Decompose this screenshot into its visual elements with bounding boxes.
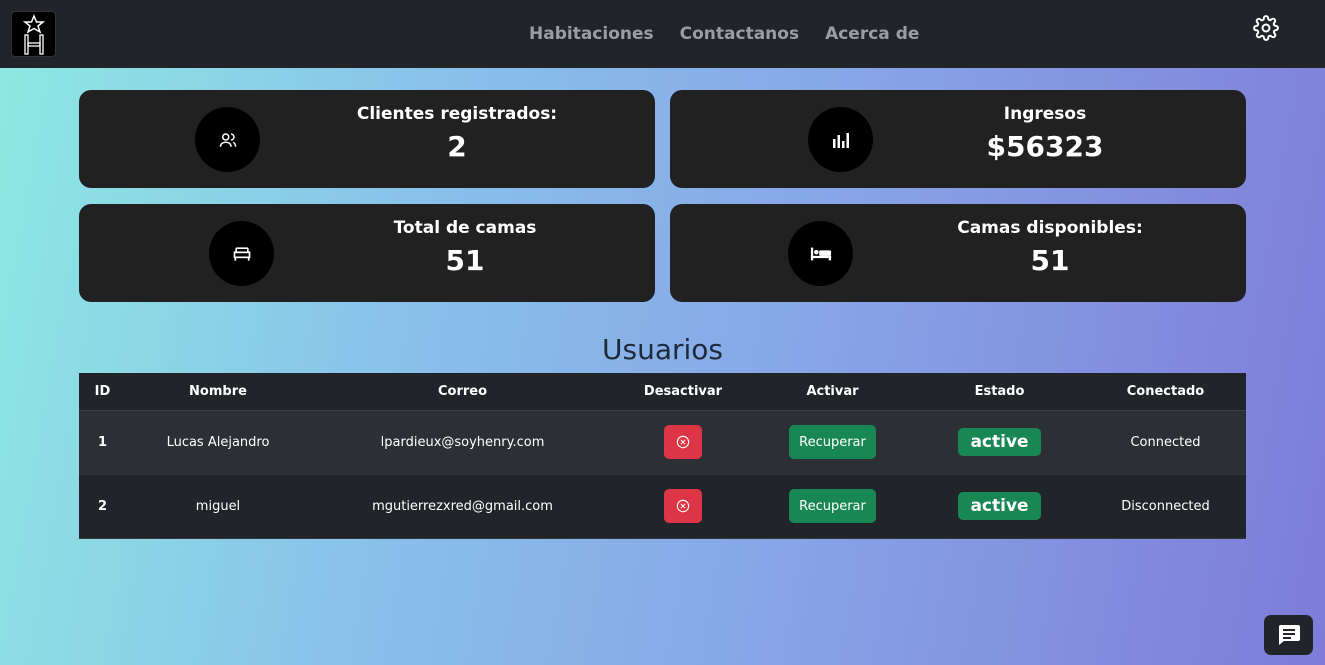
- stat-value: 51: [445, 244, 485, 277]
- deactivate-cell: [615, 474, 751, 539]
- user-email: mgutierrezxred@gmail.com: [310, 474, 615, 539]
- status-cell: active: [914, 474, 1085, 539]
- bar-chart-icon: [808, 107, 873, 172]
- stat-label: Clientes registrados:: [356, 104, 558, 124]
- status-badge: active: [958, 428, 1041, 456]
- table-header-row: ID Nombre Correo Desactivar Activar Esta…: [79, 373, 1246, 411]
- users-table: ID Nombre Correo Desactivar Activar Esta…: [79, 373, 1246, 539]
- deactivate-button[interactable]: [664, 425, 702, 459]
- user-id: 1: [79, 410, 126, 475]
- deactivate-button[interactable]: [664, 489, 702, 523]
- stat-value: 51: [1030, 244, 1070, 277]
- status-badge: active: [958, 492, 1041, 520]
- x-circle-icon: [676, 499, 690, 513]
- bed-icon: [788, 221, 853, 286]
- x-circle-icon: [676, 435, 690, 449]
- chat-icon: [1278, 625, 1300, 645]
- connection-status: Disconnected: [1085, 474, 1246, 539]
- activate-cell: Recuperar: [751, 474, 914, 539]
- column-header-nombre: Nombre: [126, 373, 310, 411]
- stat-label: Ingresos: [1003, 104, 1087, 124]
- table-row: 2 miguel mgutierrezxred@gmail.com Recupe…: [79, 474, 1246, 539]
- chat-button[interactable]: [1264, 615, 1313, 655]
- stat-card-ingresos: Ingresos $56323: [670, 90, 1246, 188]
- hotel-logo-icon[interactable]: [11, 11, 56, 57]
- column-header-estado: Estado: [914, 373, 1085, 411]
- users-section-title: Usuarios: [602, 333, 723, 366]
- connection-status: Connected: [1085, 410, 1246, 475]
- deactivate-cell: [615, 410, 751, 475]
- nav-link-acerca-de[interactable]: Acerca de: [825, 24, 919, 44]
- nav-link-contactanos[interactable]: Contactanos: [680, 24, 799, 44]
- activate-cell: Recuperar: [751, 410, 914, 475]
- user-email: lpardieux@soyhenry.com: [310, 410, 615, 475]
- stat-card-total-camas: Total de camas 51: [79, 204, 655, 302]
- nav-links: Habitaciones Contactanos Acerca de: [529, 0, 919, 68]
- status-cell: active: [914, 410, 1085, 475]
- column-header-desactivar: Desactivar: [615, 373, 751, 411]
- user-name: miguel: [126, 474, 310, 539]
- column-header-correo: Correo: [310, 373, 615, 411]
- stat-label: Camas disponibles:: [957, 218, 1143, 238]
- column-header-id: ID: [79, 373, 126, 411]
- stat-card-clientes: Clientes registrados: 2: [79, 90, 655, 188]
- recover-button[interactable]: Recuperar: [789, 489, 876, 523]
- stat-value: 2: [447, 130, 467, 163]
- stat-card-camas-disponibles: Camas disponibles: 51: [670, 204, 1246, 302]
- stat-label: Total de camas: [393, 218, 537, 238]
- column-header-conectado: Conectado: [1085, 373, 1246, 411]
- bed-frame-icon: [209, 221, 274, 286]
- nav-link-habitaciones[interactable]: Habitaciones: [529, 24, 654, 44]
- column-header-activar: Activar: [751, 373, 914, 411]
- stat-value: $56323: [986, 130, 1104, 163]
- user-name: Lucas Alejandro: [126, 410, 310, 475]
- users-icon: [195, 107, 260, 172]
- gear-icon[interactable]: [1253, 15, 1279, 41]
- navbar: Habitaciones Contactanos Acerca de: [0, 0, 1325, 68]
- user-id: 2: [79, 474, 126, 539]
- table-row: 1 Lucas Alejandro lpardieux@soyhenry.com…: [79, 410, 1246, 475]
- recover-button[interactable]: Recuperar: [789, 425, 876, 459]
